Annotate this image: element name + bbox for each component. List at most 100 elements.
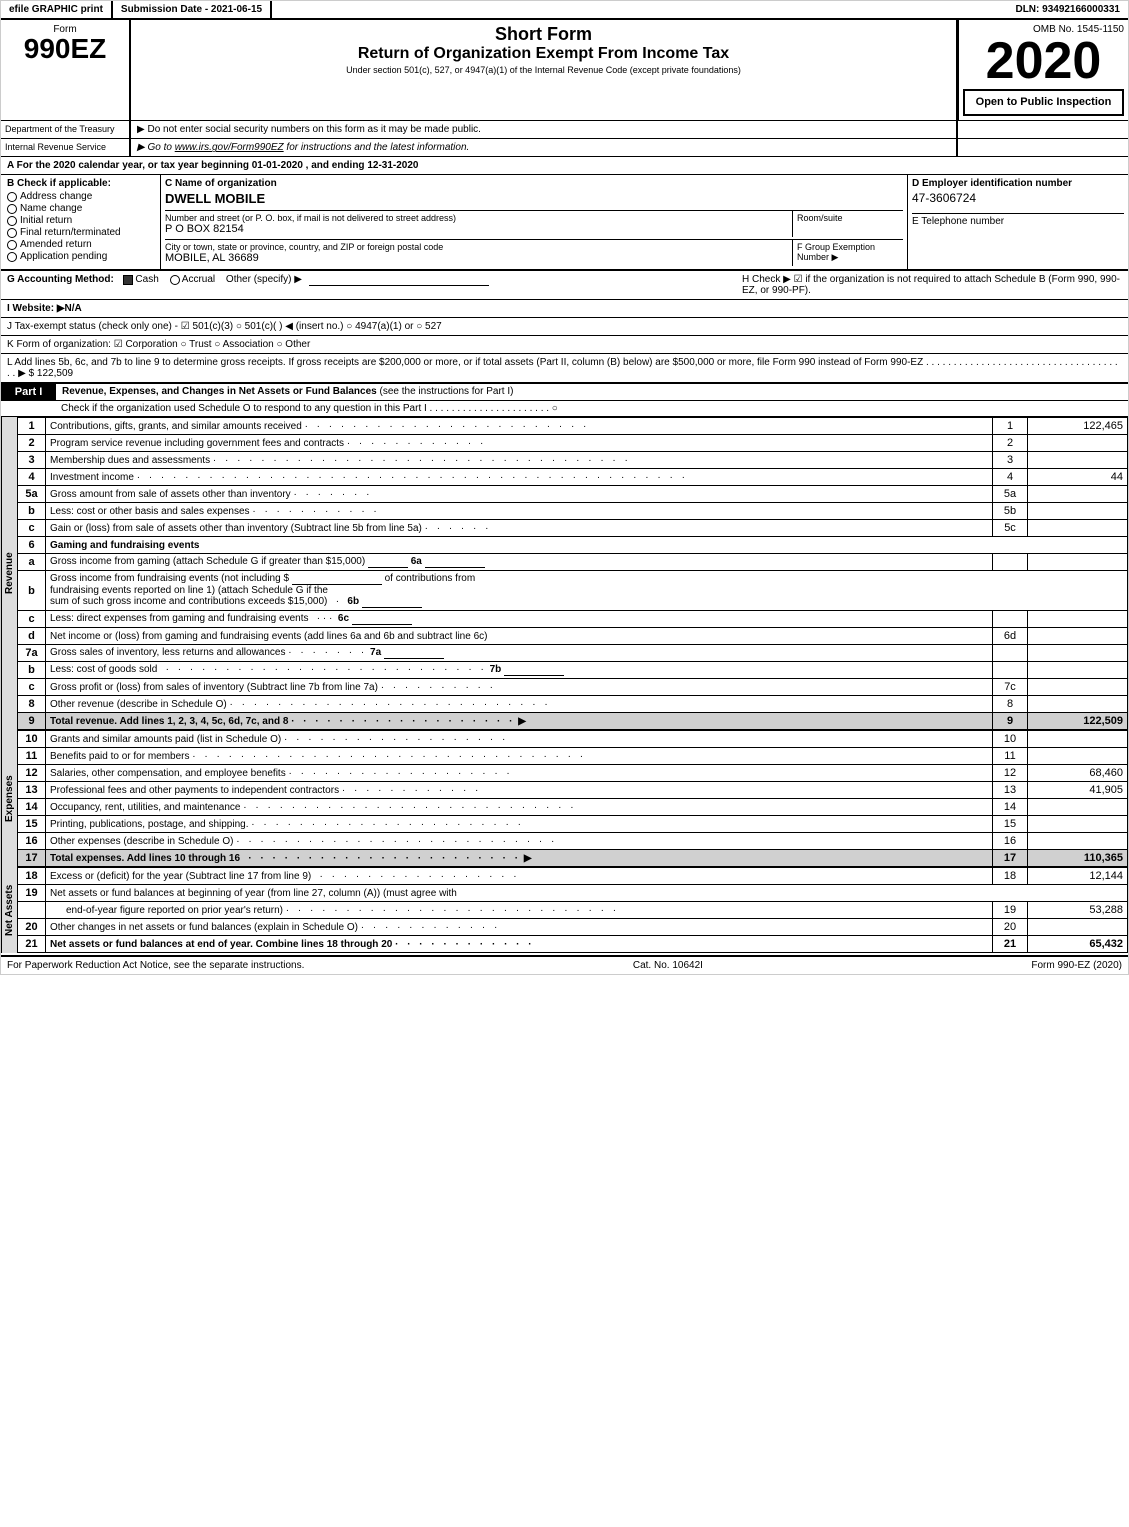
line-desc: Gross income from gaming (attach Schedul…: [46, 554, 993, 571]
line-desc: Less: direct expenses from gaming and fu…: [46, 611, 993, 628]
line-desc: Total revenue. Add lines 1, 2, 3, 4, 5c,…: [46, 713, 993, 730]
subtitle: Under section 501(c), 527, or 4947(a)(1)…: [135, 65, 952, 75]
address-change-label: Address change: [20, 191, 92, 202]
table-row: 18 Excess or (deficit) for the year (Sub…: [18, 868, 1128, 885]
line-ref: 5c: [993, 520, 1028, 537]
form-footer: Form 990-EZ (2020): [1031, 960, 1122, 971]
year-display: 2020: [963, 35, 1124, 87]
section-d-area: D Employer identification number 47-3606…: [908, 175, 1128, 269]
section-j-row: J Tax-exempt status (check only one) - ☑…: [1, 318, 1128, 336]
submission-date: Submission Date - 2021-06-15: [113, 1, 272, 18]
table-row: 13 Professional fees and other payments …: [18, 782, 1128, 799]
line-amount: [1028, 611, 1128, 628]
line-amount: 122,509: [1028, 713, 1128, 730]
omb-area: OMB No. 1545-1150 2020 Open to Public In…: [958, 20, 1128, 120]
line-num: 6: [18, 537, 46, 554]
org-name: DWELL MOBILE: [165, 189, 903, 208]
app-radio: [7, 252, 17, 262]
footer: For Paperwork Reduction Act Notice, see …: [1, 955, 1128, 974]
line-desc: Gross profit or (loss) from sales of inv…: [46, 679, 993, 696]
line-ref: 7c: [993, 679, 1028, 696]
line-amount: [1028, 628, 1128, 645]
line-ref: 1: [993, 418, 1028, 435]
dept-label: Department of the Treasury: [1, 121, 131, 138]
dept-label2: Internal Revenue Service: [1, 139, 131, 156]
schedule-check-row: Check if the organization used Schedule …: [1, 401, 1128, 417]
section-k-row: K Form of organization: ☑ Corporation ○ …: [1, 336, 1128, 354]
table-row: 20 Other changes in net assets or fund b…: [18, 919, 1128, 936]
org-row1: B Check if applicable: Address change Na…: [1, 175, 1128, 270]
efile-label: efile GRAPHIC print: [1, 1, 113, 18]
line-desc: Gross sales of inventory, less returns a…: [46, 645, 993, 662]
name-radio: [7, 204, 17, 214]
section-g: G Accounting Method: Cash Accrual Other …: [7, 274, 742, 296]
table-row: 8 Other revenue (describe in Schedule O)…: [18, 696, 1128, 713]
final-return-item: Final return/terminated: [7, 227, 154, 238]
line-amount: [1028, 696, 1128, 713]
line-num: c: [18, 520, 46, 537]
line-desc: Investment income · · · · · · · · · · · …: [46, 469, 993, 486]
part1-title: Revenue, Expenses, and Changes in Net As…: [56, 384, 1128, 400]
initial-return-item: Initial return: [7, 215, 154, 226]
table-row: 9 Total revenue. Add lines 1, 2, 3, 4, 5…: [18, 713, 1128, 730]
table-row: c Less: direct expenses from gaming and …: [18, 611, 1128, 628]
table-row: 5a Gross amount from sale of assets othe…: [18, 486, 1128, 503]
section-a: A For the 2020 calendar year, or tax yea…: [1, 157, 1128, 175]
line-ref: 8: [993, 696, 1028, 713]
line-desc: Less: cost of goods sold · · · · · · · ·…: [46, 662, 993, 679]
line-amount: [1028, 679, 1128, 696]
line-num: 8: [18, 696, 46, 713]
line-ref: 2: [993, 435, 1028, 452]
table-row: b Gross income from fundraising events (…: [18, 571, 1128, 611]
line-ref: [993, 554, 1028, 571]
dln: DLN: 93492166000331: [1007, 1, 1128, 18]
table-row: 4 Investment income · · · · · · · · · · …: [18, 469, 1128, 486]
address-radio: [7, 192, 17, 202]
page-container: efile GRAPHIC print Submission Date - 20…: [0, 0, 1129, 975]
note-row2: Internal Revenue Service ▶ Go to www.irs…: [1, 139, 1128, 157]
expenses-section: Expenses 10 Grants and similar amounts p…: [1, 730, 1128, 867]
line-ref: [993, 611, 1028, 628]
table-row: 21 Net assets or fund balances at end of…: [18, 936, 1128, 953]
table-row: end-of-year figure reported on prior yea…: [18, 902, 1128, 919]
cat-number: Cat. No. 10642I: [633, 960, 703, 971]
revenue-vert-label: Revenue: [1, 417, 17, 730]
amended-return-label: Amended return: [20, 239, 92, 250]
title-area: Short Form Return of Organization Exempt…: [131, 20, 958, 120]
table-row: 19 Net assets or fund balances at beginn…: [18, 885, 1128, 902]
line-num: b: [18, 571, 46, 611]
table-row: c Gross profit or (loss) from sales of i…: [18, 679, 1128, 696]
line-desc: Contributions, gifts, grants, and simila…: [46, 418, 993, 435]
expenses-vert-label: Expenses: [1, 730, 17, 867]
line-amount: 44: [1028, 469, 1128, 486]
street-value: P O BOX 82154: [165, 223, 792, 235]
table-row: d Net income or (loss) from gaming and f…: [18, 628, 1128, 645]
line-num: 9: [18, 713, 46, 730]
note1-text: ▶ Do not enter social security numbers o…: [131, 121, 958, 138]
line-num: 5a: [18, 486, 46, 503]
table-row: a Gross income from gaming (attach Sched…: [18, 554, 1128, 571]
expenses-table: 10 Grants and similar amounts paid (list…: [17, 730, 1128, 867]
line-num: b: [18, 503, 46, 520]
table-row: 6 Gaming and fundraising events: [18, 537, 1128, 554]
netassets-vert-label: Net Assets: [1, 867, 17, 953]
table-row: 15 Printing, publications, postage, and …: [18, 816, 1128, 833]
table-row: 2 Program service revenue including gove…: [18, 435, 1128, 452]
line-num: a: [18, 554, 46, 571]
line-ref: [993, 645, 1028, 662]
room-area: Room/suite: [793, 211, 903, 237]
form-number-area: Form 990EZ: [1, 20, 131, 120]
section-c-area: C Name of organization DWELL MOBILE Numb…: [161, 175, 908, 269]
line-amount: [1028, 554, 1128, 571]
table-row: b Less: cost of goods sold · · · · · · ·…: [18, 662, 1128, 679]
final-return-label: Final return/terminated: [20, 227, 121, 238]
line-num: 2: [18, 435, 46, 452]
line-desc: Program service revenue including govern…: [46, 435, 993, 452]
line-num: d: [18, 628, 46, 645]
line-ref: 5a: [993, 486, 1028, 503]
line-amount: [1028, 503, 1128, 520]
line-num: 4: [18, 469, 46, 486]
table-row: 14 Occupancy, rent, utilities, and maint…: [18, 799, 1128, 816]
table-row: 11 Benefits paid to or for members · · ·…: [18, 748, 1128, 765]
line-desc: Less: cost or other basis and sales expe…: [46, 503, 993, 520]
